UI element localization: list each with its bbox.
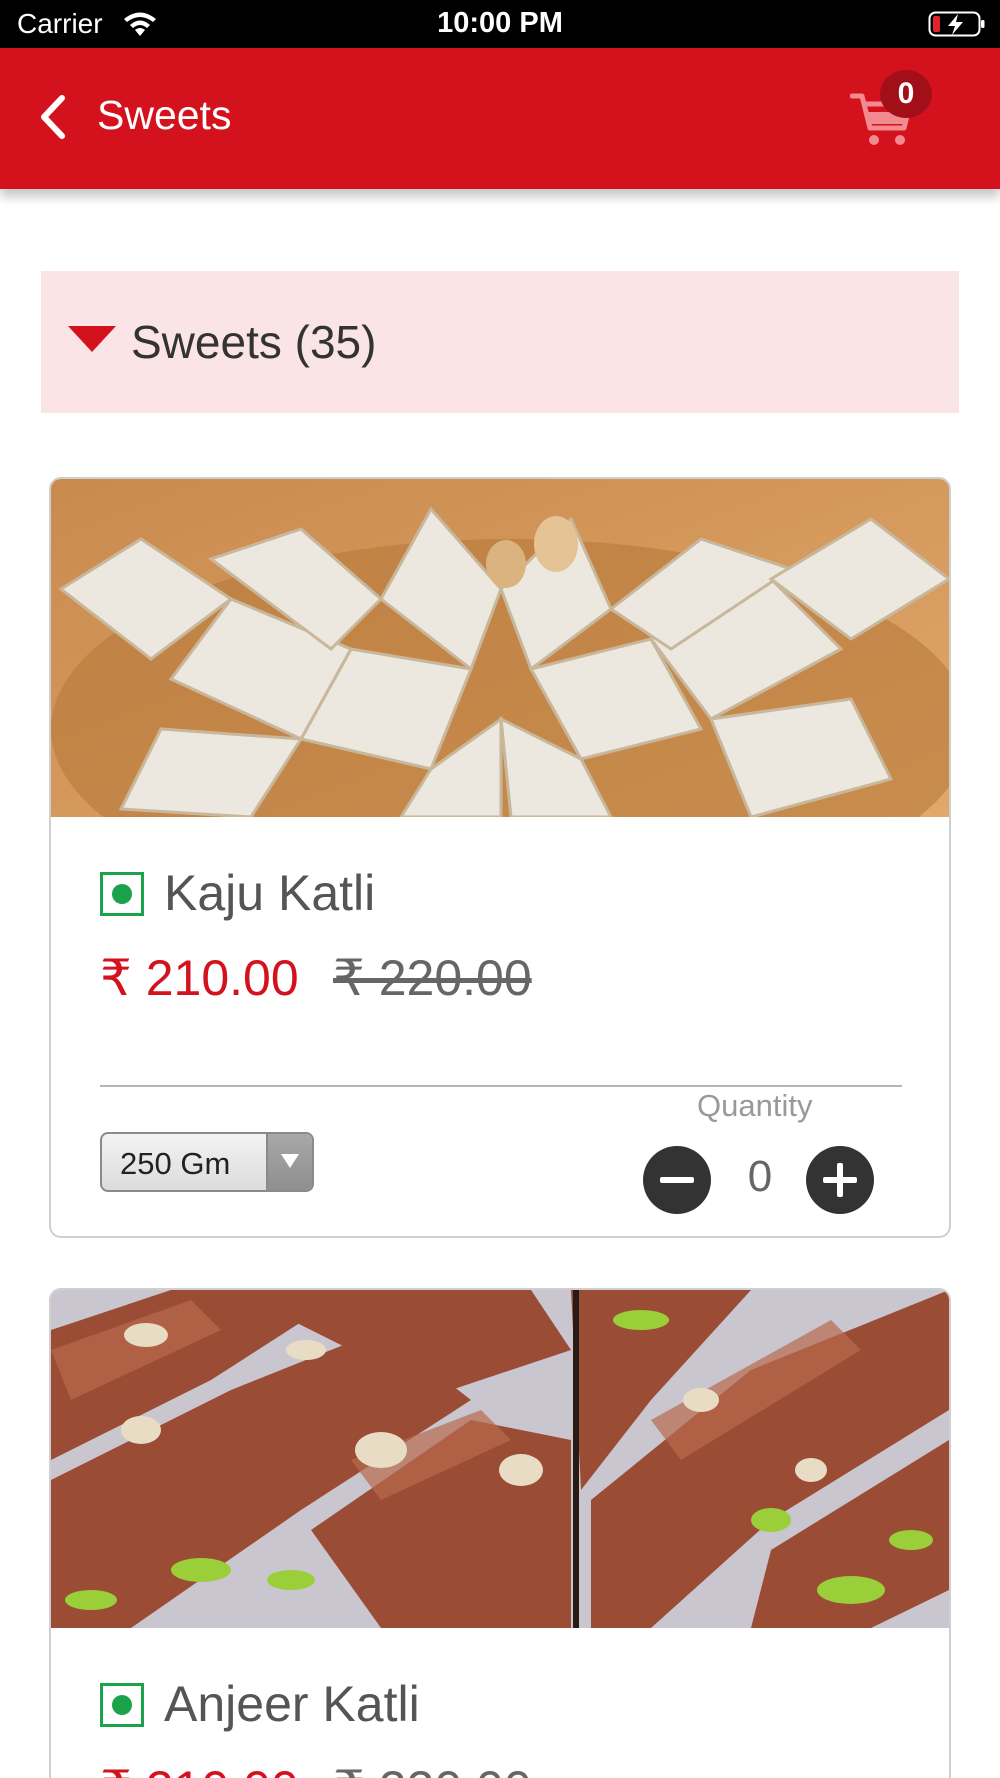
weight-select[interactable]: 250 Gm bbox=[100, 1132, 314, 1192]
increment-button[interactable] bbox=[806, 1146, 874, 1214]
veg-mark-icon bbox=[100, 872, 144, 916]
category-header[interactable]: Sweets (35) bbox=[41, 271, 959, 413]
battery-charging-icon bbox=[928, 11, 985, 37]
product-name: Anjeer Katli bbox=[164, 1676, 420, 1732]
minus-icon bbox=[660, 1177, 694, 1183]
cart-button[interactable]: 0 bbox=[850, 70, 950, 170]
plus-icon-vertical bbox=[837, 1163, 843, 1197]
product-name: Kaju Katli bbox=[164, 865, 376, 921]
page-title: Sweets bbox=[97, 92, 232, 138]
caret-down-icon bbox=[68, 326, 116, 352]
app-header: Sweets 0 bbox=[0, 48, 1000, 189]
weight-select-value: 250 Gm bbox=[120, 1146, 231, 1181]
product-image-anjeer-katli[interactable] bbox=[51, 1290, 949, 1628]
status-time: 10:00 PM bbox=[437, 7, 563, 39]
product-card: Kaju Katli ₹ 210.00 ₹ 220.00 250 Gm Quan… bbox=[49, 477, 951, 1238]
product-original-price: ₹ 220.00 bbox=[333, 1760, 532, 1778]
category-label: Sweets (35) bbox=[131, 316, 377, 368]
veg-mark-icon bbox=[100, 1683, 144, 1727]
decrement-button[interactable] bbox=[643, 1146, 711, 1214]
product-original-price: ₹ 220.00 bbox=[333, 950, 532, 1006]
quantity-label: Quantity bbox=[697, 1088, 813, 1123]
product-card: Anjeer Katli ₹ 210.00 ₹ 220.00 bbox=[49, 1288, 951, 1778]
product-price: ₹ 210.00 bbox=[100, 1760, 299, 1778]
cart-count-badge: 0 bbox=[880, 70, 932, 118]
dropdown-arrow bbox=[266, 1134, 312, 1190]
chevron-down-icon bbox=[281, 1154, 299, 1168]
chevron-left-icon[interactable] bbox=[36, 92, 70, 142]
divider bbox=[100, 1085, 902, 1087]
status-bar: Carrier 10:00 PM bbox=[0, 0, 1000, 48]
product-image-kaju-katli[interactable] bbox=[51, 479, 949, 817]
quantity-value: 0 bbox=[747, 1152, 773, 1201]
product-price: ₹ 210.00 bbox=[100, 950, 299, 1006]
